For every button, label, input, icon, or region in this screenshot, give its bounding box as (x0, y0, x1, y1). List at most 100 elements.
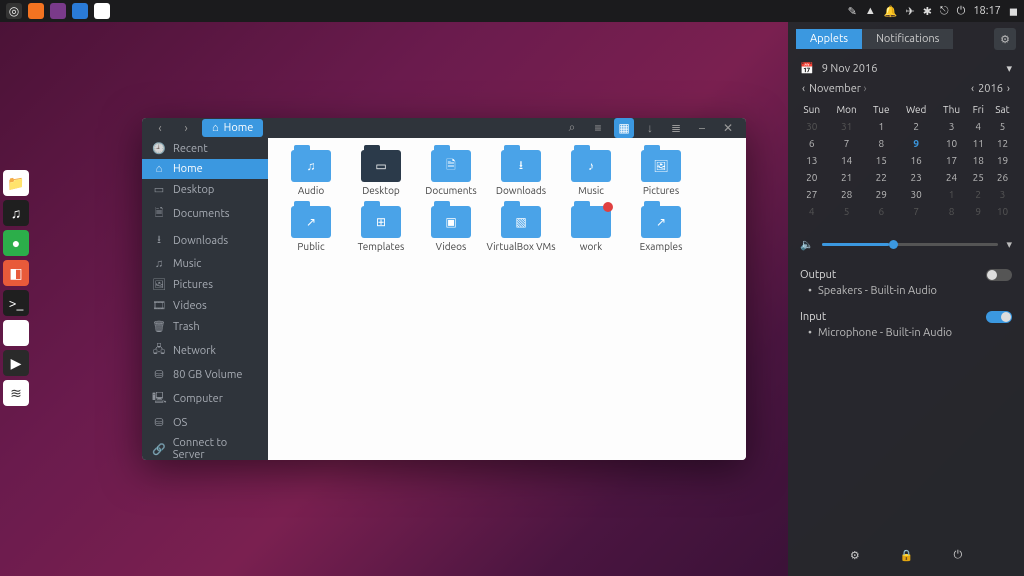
calendar-day[interactable]: 10 (989, 203, 1016, 220)
panel-settings-button[interactable]: ⚙ (994, 28, 1016, 50)
view-list-button[interactable]: ≡ (588, 118, 608, 138)
folder-templates[interactable]: ⊞Templates (346, 206, 416, 252)
next-year-button[interactable]: › (1003, 83, 1014, 95)
calendar-day[interactable]: 6 (866, 203, 897, 220)
sidebar-item-os[interactable]: ⛁OS (142, 412, 268, 433)
view-grid-button[interactable]: ▦ (614, 118, 634, 138)
calendar-day[interactable]: 8 (936, 203, 968, 220)
sidebar-item-home[interactable]: ⌂Home (142, 159, 268, 179)
input-device[interactable]: • Microphone - Built-in Audio (800, 325, 1012, 341)
tab-applets[interactable]: Applets (796, 29, 862, 49)
calendar-day[interactable]: 21 (827, 169, 865, 186)
output-device[interactable]: • Speakers - Built-in Audio (800, 283, 1012, 299)
indicator-icon[interactable]: ⎋ (940, 5, 949, 18)
folder-videos[interactable]: ▣Videos (416, 206, 486, 252)
calendar-day[interactable]: 22 (866, 169, 897, 186)
calendar-day[interactable]: 1 (866, 118, 897, 135)
taskbar-app-1[interactable] (28, 3, 44, 19)
sidebar-item-network[interactable]: 🖧Network (142, 337, 268, 364)
sidebar-item-music[interactable]: ♫Music (142, 254, 268, 274)
volume-track[interactable] (822, 243, 999, 246)
calendar-day[interactable]: 13 (796, 152, 827, 169)
folder-music[interactable]: ♪Music (556, 150, 626, 196)
clock[interactable]: 18:17 (973, 5, 1001, 17)
dock-item-3[interactable]: ◧ (3, 260, 29, 286)
calendar-day[interactable]: 9 (897, 135, 936, 152)
chevron-down-icon[interactable]: ▾ (1006, 238, 1012, 251)
taskbar-app-2[interactable] (50, 3, 66, 19)
tab-notifications[interactable]: Notifications (862, 29, 953, 49)
indicator-icon[interactable]: ⏻ (957, 5, 966, 18)
calendar-day[interactable]: 8 (866, 135, 897, 152)
minimize-button[interactable]: – (692, 118, 712, 138)
calendar-day[interactable]: 29 (866, 186, 897, 203)
calendar-day[interactable]: 4 (796, 203, 827, 220)
calendar-day[interactable]: 16 (897, 152, 936, 169)
lock-icon[interactable]: 🔒 (900, 549, 914, 562)
calendar-day[interactable]: 7 (827, 135, 865, 152)
fm-content[interactable]: ♫Audio▭Desktop🗎Documents⭳Downloads♪Music… (268, 138, 746, 460)
folder-virtualbox-vms[interactable]: ▧VirtualBox VMs (486, 206, 556, 252)
sidebar-item-recent[interactable]: 🕘Recent (142, 138, 268, 159)
calendar-day[interactable]: 27 (796, 186, 827, 203)
indicator-icon[interactable]: 🔔 (884, 5, 898, 18)
calendar-day[interactable]: 2 (897, 118, 936, 135)
calendar-day[interactable]: 4 (968, 118, 989, 135)
calendar-day[interactable]: 14 (827, 152, 865, 169)
calendar-day[interactable]: 24 (936, 169, 968, 186)
nav-back-button[interactable]: ‹ (150, 118, 170, 138)
dock-item-4[interactable]: >_ (3, 290, 29, 316)
sidebar-item-computer[interactable]: 🖳Computer (142, 385, 268, 412)
output-toggle[interactable] (986, 269, 1012, 281)
close-button[interactable]: ✕ (718, 118, 738, 138)
dock-item-2[interactable]: ● (3, 230, 29, 256)
search-button[interactable]: ⌕ (562, 118, 582, 138)
dock-item-6[interactable]: ▶ (3, 350, 29, 376)
session-icon[interactable]: ◼ (1009, 5, 1018, 18)
calendar-day[interactable]: 12 (989, 135, 1016, 152)
input-toggle[interactable] (986, 311, 1012, 323)
prev-month-button[interactable]: ‹ (798, 83, 809, 95)
calendar-day[interactable]: 11 (968, 135, 989, 152)
sidebar-item-pictures[interactable]: 🖼Pictures (142, 274, 268, 295)
calendar-day[interactable]: 17 (936, 152, 968, 169)
sidebar-item-connect-to-server[interactable]: 🔗Connect to Server (142, 433, 268, 460)
volume-slider[interactable]: 🔈 ▾ (788, 228, 1024, 261)
sidebar-item-trash[interactable]: 🗑Trash (142, 316, 268, 337)
indicator-icon[interactable]: ▲ (865, 5, 876, 17)
dock-item-1[interactable]: ♫ (3, 200, 29, 226)
prev-year-button[interactable]: ‹ (967, 83, 978, 95)
hamburger-button[interactable]: ≣ (666, 118, 686, 138)
folder-public[interactable]: ↗Public (276, 206, 346, 252)
nav-forward-button[interactable]: › (176, 118, 196, 138)
calendar-day[interactable]: 15 (866, 152, 897, 169)
calendar-day[interactable]: 6 (796, 135, 827, 152)
dock-item-5[interactable] (3, 320, 29, 346)
calendar-day[interactable]: 23 (897, 169, 936, 186)
calendar-day[interactable]: 30 (897, 186, 936, 203)
indicator-icon[interactable]: ✎ (848, 5, 857, 18)
indicator-icon[interactable]: ✈ (905, 5, 914, 18)
calendar-day[interactable]: 26 (989, 169, 1016, 186)
power-icon[interactable]: ⏻ (953, 549, 962, 562)
calendar-day[interactable]: 5 (827, 203, 865, 220)
activities-icon[interactable]: ◎ (6, 3, 22, 19)
calendar-day[interactable]: 3 (936, 118, 968, 135)
calendar-day[interactable]: 25 (968, 169, 989, 186)
calendar-day[interactable]: 19 (989, 152, 1016, 169)
calendar-day[interactable]: 18 (968, 152, 989, 169)
folder-work[interactable]: work (556, 206, 626, 252)
taskbar-app-4[interactable] (94, 3, 110, 19)
calendar-day[interactable]: 2 (968, 186, 989, 203)
sidebar-item-documents[interactable]: 🗎Documents (142, 200, 268, 227)
folder-downloads[interactable]: ⭳Downloads (486, 150, 556, 196)
calendar-day[interactable]: 3 (989, 186, 1016, 203)
calendar-day[interactable]: 20 (796, 169, 827, 186)
breadcrumb-home[interactable]: ⌂ Home (202, 119, 263, 137)
calendar-day[interactable]: 30 (796, 118, 827, 135)
calendar-day[interactable]: 28 (827, 186, 865, 203)
sidebar-item-80-gb-volume[interactable]: ⛁80 GB Volume (142, 364, 268, 385)
calendar-day[interactable]: 5 (989, 118, 1016, 135)
folder-documents[interactable]: 🗎Documents (416, 150, 486, 196)
calendar-day[interactable]: 10 (936, 135, 968, 152)
